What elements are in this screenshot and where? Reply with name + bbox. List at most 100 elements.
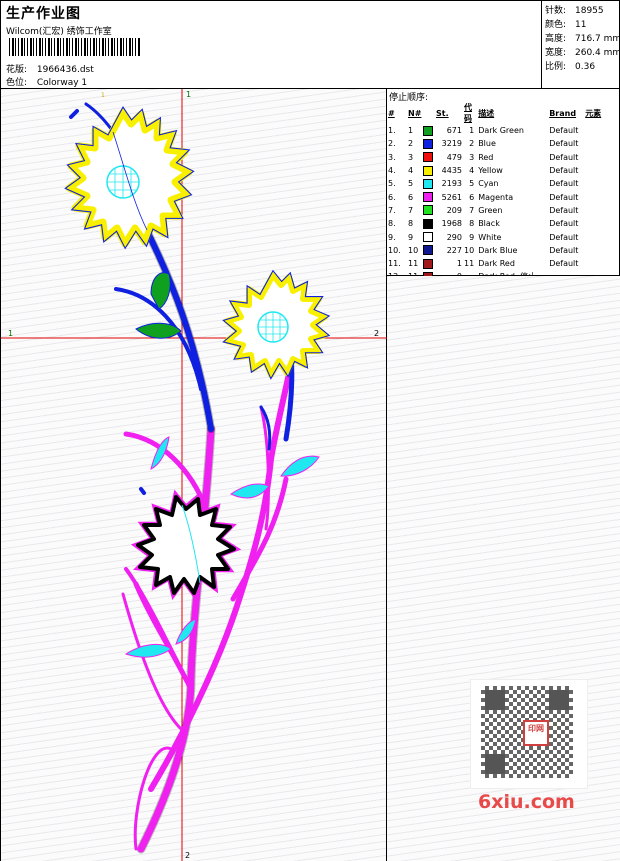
stats-panel: 针数: 18955 颜色: 11 高度: 716.7 mm 宽度: 260.4 mm 比…: [541, 1, 620, 89]
table-header-row: # N# St. 代码 描述 Brand 元素: [388, 102, 607, 124]
cell-brand: Default: [549, 166, 579, 176]
color-swatch: [423, 138, 433, 149]
cell-element: [585, 230, 607, 243]
cell-swatch: [422, 137, 436, 150]
cell-index: 2.: [388, 139, 396, 149]
cell-element: [585, 244, 607, 257]
cell-code: 2: [469, 139, 475, 149]
qr-center-stamp: 印网: [523, 720, 549, 746]
cell-element: [585, 257, 607, 270]
cell-stitches: 290: [446, 232, 462, 242]
cell-description: Black: [478, 219, 500, 229]
cell-brand: Default: [549, 152, 579, 162]
axis-mark-bottom: 2: [185, 851, 190, 860]
company-name: Wilcom(汇宏) 绣饰工作室: [6, 27, 112, 37]
cell-needle: 1: [408, 126, 414, 136]
cell-swatch: [422, 190, 436, 203]
cell-index: 7.: [388, 205, 396, 215]
table-row: 4. 4 4435 4 Yellow Default: [388, 164, 607, 177]
color-swatch: [423, 218, 433, 229]
barcode: [9, 38, 141, 56]
cell-swatch: [422, 244, 436, 257]
table-row: 11. 11 1 11 Dark Red Default: [388, 257, 607, 270]
stat-label: 高度:: [545, 34, 567, 44]
stat-value: 0.36: [575, 62, 596, 72]
cell-code: 5: [469, 179, 475, 189]
cell-code: 6: [469, 192, 475, 202]
cell-description: Dark Blue: [478, 245, 518, 255]
cell-needle: 5: [408, 179, 414, 189]
colorway-row: 色位: Colorway 1: [6, 75, 87, 88]
col-header-swatch: [422, 102, 436, 124]
cell-needle: 11: [408, 259, 419, 269]
embroidery-design-preview: 1 1 2 2 1: [1, 89, 387, 861]
stat-value: 260.4 mm: [575, 48, 620, 58]
color-swatch: [423, 232, 433, 243]
cell-index: 6.: [388, 192, 396, 202]
color-swatch: [423, 192, 433, 203]
cell-swatch: [422, 230, 436, 243]
table-row: 5. 5 2193 5 Cyan Default: [388, 177, 607, 190]
stat-scale: 比例: 0.36: [545, 60, 620, 74]
cell-description: Dark Red: [478, 259, 515, 269]
table-row: 7. 7 209 7 Green Default: [388, 204, 607, 217]
stat-label: 针数:: [545, 6, 567, 16]
stop-sequence-rows: 1. 1 671 1 Dark Green Default 2. 2 3219 2 Blue Defa…: [388, 124, 607, 284]
cell-description: Green: [478, 205, 503, 215]
cell-code: 10: [464, 245, 475, 255]
cell-description: Cyan: [478, 179, 499, 189]
cell-brand: Default: [549, 259, 579, 269]
axis-mark-left: 1: [8, 329, 13, 338]
black-outline-flower: [130, 489, 242, 601]
cell-brand: Default: [549, 205, 579, 215]
color-swatch: [423, 245, 433, 256]
axis-mark-top: 1: [186, 90, 191, 99]
cell-element: [585, 124, 607, 137]
cell-description: Dark Green: [478, 126, 524, 136]
cell-needle: 3: [408, 152, 414, 162]
cell-code: 1: [469, 126, 475, 136]
color-swatch: [423, 165, 433, 176]
cell-needle: 4: [408, 166, 414, 176]
color-swatch: [423, 178, 433, 189]
cell-brand: Default: [549, 126, 579, 136]
cell-description: Red: [478, 152, 494, 162]
cell-swatch: [422, 257, 436, 270]
cell-element: [585, 137, 607, 150]
cell-index: 9.: [388, 232, 396, 242]
stop-sequence-table: # N# St. 代码 描述 Brand 元素 1. 1 671 1 Dark Gree…: [388, 102, 607, 284]
cell-code: 11: [464, 259, 475, 269]
color-swatch: [423, 125, 433, 136]
cell-description: Magenta: [478, 192, 514, 202]
cell-swatch: [422, 204, 436, 217]
cell-swatch: [422, 177, 436, 190]
qr-area: 印网 6xiu.com: [387, 276, 620, 861]
cell-needle: 7: [408, 205, 414, 215]
header-panel: 生产作业图 Wilcom(汇宏) 绣饰工作室 花版: 1966436.dst 色…: [1, 1, 541, 89]
cell-brand: Default: [549, 219, 579, 229]
table-row: 2. 2 3219 2 Blue Default: [388, 137, 607, 150]
col-header-needle: N#: [408, 108, 422, 118]
col-header-code: 代码: [464, 103, 472, 123]
cell-swatch: [422, 124, 436, 137]
design-file-value: 1966436.dst: [36, 65, 94, 75]
col-header-stitches: St.: [436, 108, 449, 118]
cell-description: Blue: [478, 139, 496, 149]
table-row: 1. 1 671 1 Dark Green Default: [388, 124, 607, 137]
stat-label: 宽度:: [545, 48, 567, 58]
colorway-value: Colorway 1: [36, 78, 88, 88]
cell-index: 5.: [388, 179, 396, 189]
cell-stitches: 671: [446, 126, 462, 136]
cell-index: 8.: [388, 219, 396, 229]
cell-stitches: 1968: [441, 219, 462, 229]
cell-brand: Default: [549, 232, 579, 242]
cell-stitches: 5261: [441, 192, 462, 202]
yellow-flower-top: [64, 106, 195, 250]
cell-needle: 6: [408, 192, 414, 202]
cell-index: 1.: [388, 126, 396, 136]
stat-value: 716.7 mm: [575, 34, 620, 44]
table-row: 10. 10 227 10 Dark Blue Default: [388, 244, 607, 257]
cell-brand: Default: [549, 245, 579, 255]
cell-index: 11.: [388, 259, 401, 269]
cell-index: 4.: [388, 166, 396, 176]
